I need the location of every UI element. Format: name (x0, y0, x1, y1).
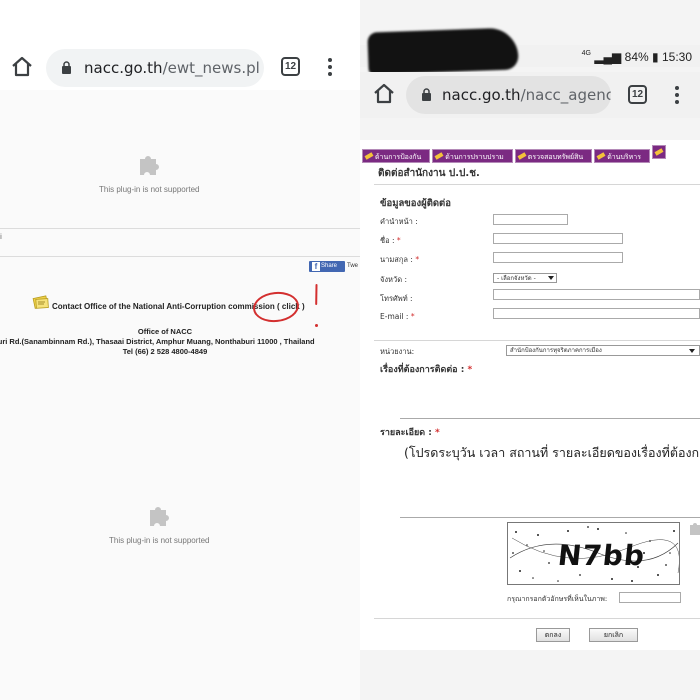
url-host: nacc.go.th (442, 86, 521, 104)
left-screenshot: nacc.go.th/ewt_news.pl 12 This plug-in i… (0, 0, 360, 700)
left-top-strip (0, 0, 360, 45)
detail-textarea[interactable] (400, 517, 700, 518)
nav-tab-label: ด้านการป้องกัน (375, 153, 422, 161)
captcha-image: N7bb (507, 522, 680, 585)
captcha-code: N7bb (556, 539, 647, 572)
plugin-message: This plug-in is not supported (99, 185, 200, 194)
nav-tab-asset-audit[interactable]: ตรวจสอบทรัพย์สิน (514, 149, 593, 163)
plugin-placeholder-top: This plug-in is not supported (99, 151, 200, 194)
plugin-message: This plug-in is not supported (109, 536, 210, 545)
last-name-label: นามสกุล : * (380, 255, 420, 264)
clock: 15:30 (661, 50, 692, 64)
page-title: ติดต่อสำนักงาน ป.ป.ช. (378, 168, 480, 179)
captcha-hint: กรุณากรอกตัวอักษรที่เห็นในภาพ: (507, 595, 608, 603)
battery-icon: ▮ (652, 50, 659, 64)
prefix-label: คำนำหน้า : (380, 217, 418, 226)
nav-tab-more[interactable] (651, 145, 666, 159)
captcha-input[interactable] (619, 592, 681, 603)
office-address-block: Office of NACC Nonthaburi Rd.(Sanambinna… (0, 327, 330, 357)
divider (0, 228, 360, 229)
redacted-region (367, 27, 519, 75)
detail-label: รายละเอียด : * (380, 428, 440, 438)
lock-icon (62, 61, 71, 74)
annotation-exclamation: ! (315, 284, 318, 305)
tab-count-button[interactable]: 12 (281, 57, 300, 76)
province-select[interactable]: - เลือกจังหวัด - (493, 273, 557, 283)
url-path: /nacc_agency (520, 86, 611, 104)
right-browser-toolbar: nacc.go.th/nacc_agency 12 (360, 72, 700, 118)
nav-tab-label: ตรวจสอบทรัพย์สิน (527, 153, 584, 161)
office-title: Office of NACC (137, 327, 193, 336)
nav-tab-suppression[interactable]: ด้านการปราบปราม (432, 149, 513, 163)
office-address: Nonthaburi Rd.(Sanambinnam Rd.), Thasaai… (0, 337, 315, 346)
address-bar[interactable]: nacc.go.th/ewt_news.pl (46, 49, 264, 87)
tweet-button[interactable]: Twe (347, 263, 358, 269)
network-type: 4G (581, 50, 591, 57)
divider (374, 184, 700, 185)
nav-tab-label: ด้านบริหาร (607, 153, 641, 161)
pencil-icon (517, 152, 527, 160)
divider (0, 256, 360, 257)
home-icon[interactable] (372, 82, 396, 106)
submit-button[interactable]: ตกลง (536, 628, 570, 642)
subject-textarea[interactable] (400, 418, 700, 419)
section-title: ข้อมูลของผู้ติดต่อ (380, 198, 451, 209)
province-label: จังหวัด : (380, 275, 407, 284)
first-name-input[interactable] (493, 233, 623, 244)
phone-input[interactable] (493, 289, 700, 300)
detail-textarea-text[interactable]: (โปรดระบุวัน เวลา สถานที่ รายละเอียดของเ… (404, 443, 700, 463)
facebook-icon: f (312, 262, 320, 271)
puzzle-icon (690, 523, 700, 535)
facebook-share-button[interactable]: f Share (309, 261, 345, 272)
pencil-icon (434, 152, 444, 160)
plugin-placeholder-bottom: This plug-in is not supported (109, 502, 210, 545)
lock-icon (422, 88, 431, 101)
signal-icon: ▂▄▆ (594, 50, 622, 64)
share-label: Share (321, 263, 338, 269)
nav-tab-administration[interactable]: ด้านบริหาร (594, 149, 650, 163)
pencil-icon (364, 152, 374, 160)
tab-count-button[interactable]: 12 (628, 85, 647, 104)
address-bar[interactable]: nacc.go.th/nacc_agency (406, 76, 611, 114)
last-name-input[interactable] (493, 252, 623, 263)
home-icon[interactable] (10, 55, 34, 79)
chevron-down-icon (689, 349, 695, 353)
puzzle-icon (150, 507, 169, 526)
unit-select[interactable]: สำนักป้องกันการทุจริตภาคการเมือง (506, 345, 700, 356)
divider (374, 618, 700, 619)
pencil-icon (654, 148, 664, 156)
nav-tab-prevention[interactable]: ด้านการป้องกัน (362, 149, 431, 163)
puzzle-icon (140, 156, 159, 175)
url-host: nacc.go.th (84, 59, 163, 77)
menu-dots-icon[interactable] (328, 58, 332, 76)
right-screenshot: 4G ▂▄▆ 84% ▮ 15:30 nacc.go.th/nacc_agenc… (360, 0, 700, 700)
nav-tab-label: ด้านการปราบปราม (445, 153, 504, 161)
email-label: E-mail : * (380, 312, 415, 321)
annotation-circle (251, 289, 301, 325)
subject-label: เรื่องที่ต้องการติดต่อ : * (380, 365, 473, 375)
site-nav: ด้านการป้องกัน ด้านการปราบปราม ตรวจสอบทรัพ… (362, 144, 668, 163)
battery-level: 84% (624, 50, 649, 64)
first-name-label: ชื่อ : * (380, 236, 401, 245)
url-path: /ewt_news.pl (162, 59, 260, 77)
chevron-down-icon (548, 276, 554, 280)
pencil-icon (596, 152, 606, 160)
phone-label: โทรศัพท์ : (380, 294, 413, 303)
prefix-input[interactable] (493, 214, 568, 225)
email-input[interactable] (493, 308, 700, 319)
notes-icon (32, 295, 49, 309)
unit-label: หน่วยงาน: (380, 347, 415, 356)
status-indicators: 4G ▂▄▆ 84% ▮ 15:30 (582, 50, 692, 64)
menu-dots-icon[interactable] (675, 86, 679, 104)
cancel-button[interactable]: ยกเลิก (589, 628, 638, 642)
office-tel: Tel (66) 2 528 4800-4849 (122, 347, 208, 356)
divider (374, 340, 700, 341)
contact-form-page: ด้านการป้องกัน ด้านการปราบปราม ตรวจสอบทรัพ… (360, 140, 700, 650)
left-browser-toolbar: nacc.go.th/ewt_news.pl 12 (0, 45, 360, 90)
edge-char: i (0, 233, 2, 241)
